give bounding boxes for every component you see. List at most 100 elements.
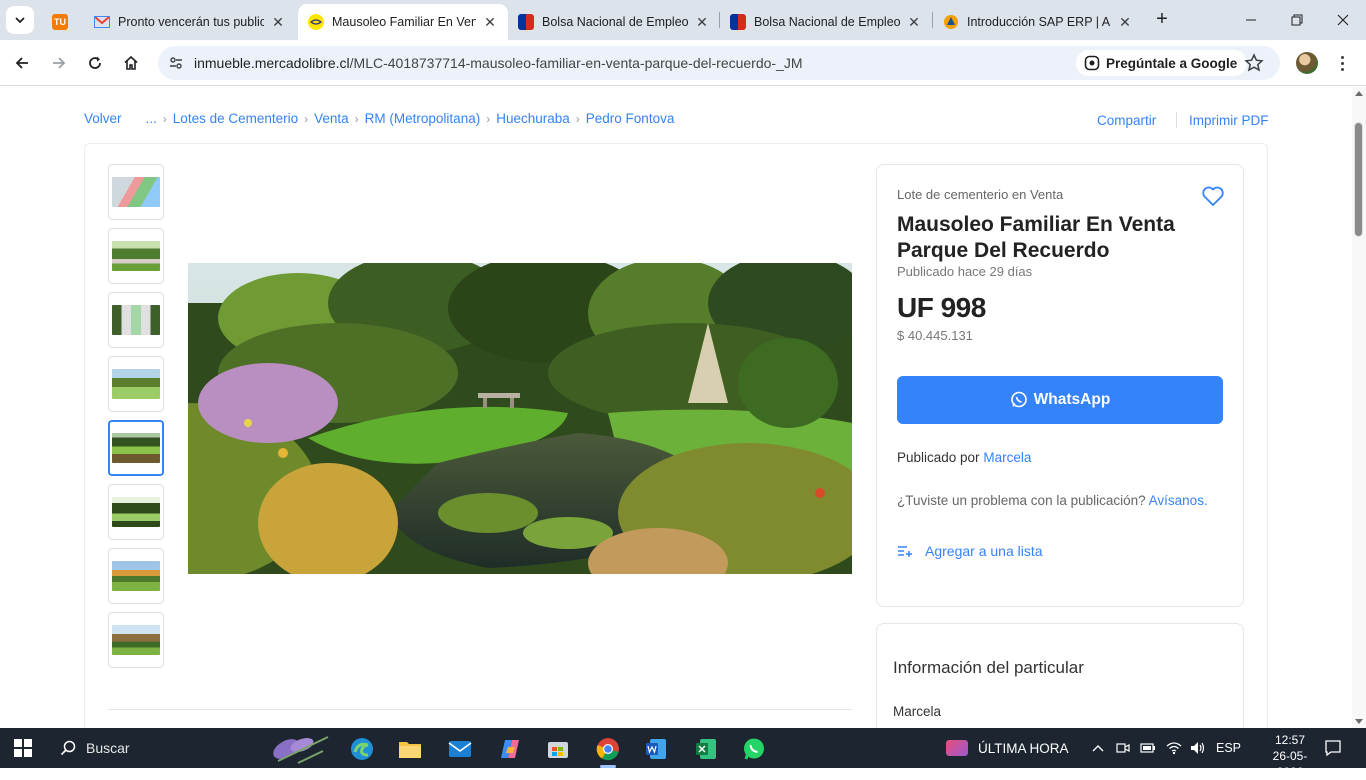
restore-icon xyxy=(1291,14,1303,26)
taskbar-chrome[interactable] xyxy=(588,732,628,768)
site-info-icon[interactable] xyxy=(166,53,186,73)
taskbar-whatsapp[interactable] xyxy=(734,732,774,766)
thumbnail[interactable] xyxy=(108,548,164,604)
print-pdf-link[interactable]: Imprimir PDF xyxy=(1189,113,1269,128)
news-label: ÚLTIMA HORA xyxy=(978,740,1069,756)
chevron-up-icon[interactable] xyxy=(1092,743,1104,753)
published-by-prefix: Publicado por xyxy=(897,450,980,465)
search-icon xyxy=(60,740,76,756)
add-to-list-button[interactable]: Agregar a una lista xyxy=(897,543,1043,559)
chevron-right-icon: › xyxy=(575,111,580,126)
wifi-icon[interactable] xyxy=(1166,741,1182,755)
close-icon[interactable]: ✕ xyxy=(1117,14,1133,31)
back-link[interactable]: Volver xyxy=(84,111,122,126)
reload-button[interactable] xyxy=(81,49,109,77)
tab-search-button[interactable] xyxy=(6,6,34,34)
thumbnail[interactable] xyxy=(108,228,164,284)
tab-bne-2[interactable]: Bolsa Nacional de Empleo ✕ xyxy=(720,4,932,40)
taskbar-mail[interactable] xyxy=(440,732,480,766)
taskbar-excel[interactable] xyxy=(686,732,726,766)
mercadolibre-icon xyxy=(308,14,324,30)
ask-google-button[interactable]: Pregúntale a Google xyxy=(1076,50,1248,76)
taskbar-copilot[interactable] xyxy=(490,732,530,766)
tab-gmail[interactable]: Pronto vencerán tus public ✕ xyxy=(84,4,296,40)
browser-toolbar: inmueble.mercadolibre.cl/MLC-4018737714-… xyxy=(0,40,1366,86)
volume-icon[interactable] xyxy=(1190,741,1206,755)
forward-button[interactable] xyxy=(45,49,73,77)
scrollbar-thumb[interactable] xyxy=(1354,122,1363,237)
profile-avatar[interactable] xyxy=(1296,52,1318,74)
report-link[interactable]: Avísanos. xyxy=(1149,493,1208,508)
breadcrumb-item[interactable]: RM (Metropolitana) xyxy=(365,111,481,126)
thumbnail[interactable] xyxy=(108,356,164,412)
tab-bne-1[interactable]: Bolsa Nacional de Empleo ✕ xyxy=(508,4,720,40)
chevron-right-icon: › xyxy=(354,111,359,126)
share-link[interactable]: Compartir xyxy=(1097,113,1156,128)
breadcrumb-item[interactable]: Huechuraba xyxy=(496,111,570,126)
notifications-button[interactable] xyxy=(1324,728,1342,768)
close-icon[interactable]: ✕ xyxy=(270,14,286,31)
restore-button[interactable] xyxy=(1274,0,1320,40)
news-icon xyxy=(946,740,968,756)
back-button[interactable] xyxy=(8,49,36,77)
close-window-button[interactable] xyxy=(1320,0,1366,40)
taskbar-word[interactable] xyxy=(636,732,676,766)
tab-title: Bolsa Nacional de Empleo xyxy=(754,15,900,29)
taskbar-store[interactable] xyxy=(538,732,578,766)
listing-subtitle: Lote de cementerio en Venta xyxy=(897,187,1064,202)
whatsapp-button[interactable]: WhatsApp xyxy=(897,376,1223,424)
breadcrumb-item[interactable]: Venta xyxy=(314,111,349,126)
thumbnail[interactable] xyxy=(108,484,164,540)
scroll-down-arrow[interactable] xyxy=(1355,719,1363,724)
minimize-button[interactable] xyxy=(1228,0,1274,40)
browser-menu-button[interactable] xyxy=(1334,52,1350,74)
windows-start-icon[interactable] xyxy=(14,739,32,757)
meet-now-icon[interactable] xyxy=(1116,741,1130,755)
page-scrollbar[interactable] xyxy=(1352,87,1366,728)
url-text[interactable]: inmueble.mercadolibre.cl/MLC-4018737714-… xyxy=(194,55,803,71)
listing-main-photo[interactable] xyxy=(188,263,852,574)
scroll-up-arrow[interactable] xyxy=(1355,91,1363,96)
clock-time: 12:57 xyxy=(1274,733,1306,747)
home-button[interactable] xyxy=(117,49,145,77)
seller-link[interactable]: Marcela xyxy=(983,450,1031,465)
language-indicator[interactable]: ESP xyxy=(1216,741,1241,755)
divider xyxy=(108,709,852,710)
store-icon xyxy=(548,742,568,758)
heart-icon[interactable] xyxy=(1201,185,1225,207)
bookmark-star-icon[interactable] xyxy=(1244,53,1264,73)
address-bar[interactable]: inmueble.mercadolibre.cl/MLC-4018737714-… xyxy=(158,46,1280,80)
breadcrumb-item[interactable]: Pedro Fontova xyxy=(586,111,675,126)
tab-pinned-tu[interactable]: TU xyxy=(42,4,82,40)
listing-summary-panel: Lote de cementerio en Venta Mausoleo Fam… xyxy=(876,164,1244,607)
gmail-icon xyxy=(94,14,110,30)
tu-app-icon: TU xyxy=(52,14,68,30)
thumbnail-selected[interactable] xyxy=(108,420,164,476)
word-icon xyxy=(646,739,666,759)
breadcrumb-item[interactable]: Lotes de Cementerio xyxy=(173,111,298,126)
thumbnail[interactable] xyxy=(108,612,164,668)
battery-icon[interactable] xyxy=(1140,742,1156,754)
browser-tab-strip: TU Pronto vencerán tus public ✕ Mausoleo… xyxy=(0,0,1366,40)
taskbar-clock[interactable]: 12:57 26-05-2026 xyxy=(1264,732,1316,780)
close-icon[interactable]: ✕ xyxy=(694,14,710,31)
reload-icon xyxy=(89,56,101,69)
close-icon xyxy=(1337,14,1349,26)
breadcrumb-ellipsis[interactable]: ... xyxy=(146,111,157,126)
published-by: Publicado por Marcela xyxy=(897,450,1031,465)
close-icon[interactable]: ✕ xyxy=(906,14,922,31)
divider xyxy=(1176,112,1177,128)
close-icon[interactable]: ✕ xyxy=(482,14,498,31)
thumbnail[interactable] xyxy=(108,292,164,348)
tab-mercadolibre[interactable]: Mausoleo Familiar En Vent ✕ xyxy=(298,4,508,40)
thumbnail[interactable] xyxy=(108,164,164,220)
arrow-left-icon xyxy=(15,57,28,69)
news-widget[interactable]: ÚLTIMA HORA xyxy=(946,728,1069,768)
new-tab-button[interactable]: + xyxy=(1150,8,1174,32)
taskbar-file-explorer[interactable] xyxy=(390,732,430,766)
problem-text: ¿Tuviste un problema con la publicación? xyxy=(897,493,1146,508)
tab-sap[interactable]: Introducción SAP ERP | ASI ✕ xyxy=(933,4,1143,40)
edge-icon xyxy=(351,738,373,760)
taskbar-edge[interactable] xyxy=(342,732,382,766)
minimize-icon xyxy=(1246,19,1256,21)
